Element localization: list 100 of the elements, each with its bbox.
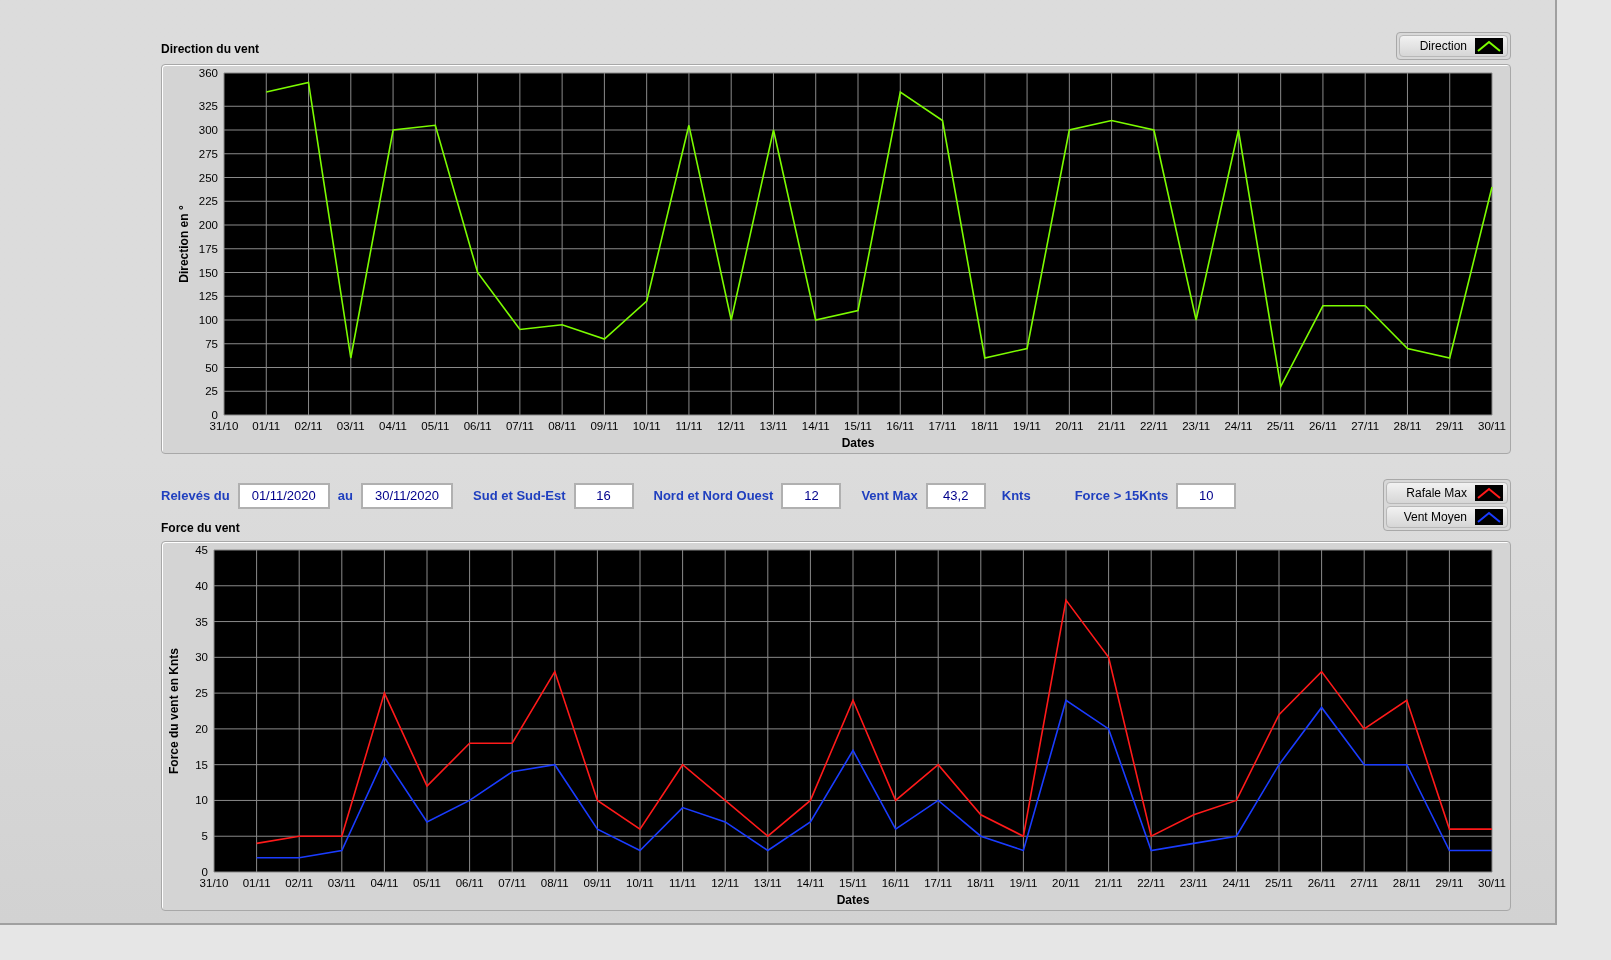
axis-title: Direction en ° — [177, 205, 191, 283]
tick-label: 0 — [201, 866, 208, 878]
tick-label: 13/11 — [759, 420, 788, 432]
tick-label: 225 — [198, 195, 218, 208]
tick-label: 03/11 — [327, 877, 356, 889]
line-swatch-icon — [1475, 485, 1503, 501]
tick-label: 15 — [195, 758, 208, 771]
field-label: Sud et Sud-Est — [473, 487, 566, 505]
value-field[interactable]: 43,2 — [925, 483, 986, 509]
tick-label: 10 — [195, 794, 208, 807]
tick-label: 04/11 — [379, 420, 408, 432]
tick-label: 06/11 — [455, 877, 484, 889]
tick-label: 15/11 — [844, 420, 872, 432]
tick-label: 14/11 — [801, 420, 830, 432]
tick-label: 22/11 — [1139, 420, 1168, 432]
legend-item[interactable]: Vent Moyen — [1386, 506, 1508, 528]
tick-label: 25/11 — [1266, 420, 1295, 432]
tick-label: 11/11 — [669, 877, 697, 889]
tick-label: 31/10 — [209, 420, 239, 432]
tick-label: 300 — [198, 124, 218, 136]
tick-label: 25 — [205, 385, 218, 398]
legend-item[interactable]: Rafale Max — [1386, 482, 1508, 504]
legend-item[interactable]: Direction — [1399, 35, 1508, 57]
tick-label: 360 — [198, 67, 218, 79]
tick-label: 25 — [195, 687, 208, 700]
tick-label: 20/11 — [1052, 877, 1080, 889]
axis-title: Dates — [836, 893, 870, 907]
tick-label: 24/11 — [1222, 877, 1251, 889]
tick-label: 04/11 — [370, 877, 399, 889]
tick-label: 05/11 — [421, 420, 450, 432]
chart-title: Direction du vent — [161, 41, 259, 58]
tick-label: 16/11 — [881, 877, 910, 889]
tick-label: 27/11 — [1350, 877, 1379, 889]
tick-label: 08/11 — [540, 877, 569, 889]
tick-label: 14/11 — [796, 877, 825, 889]
tick-label: 20 — [195, 722, 208, 735]
line-swatch-icon — [1475, 509, 1503, 525]
tick-label: 06/11 — [463, 420, 492, 432]
tick-label: 5 — [201, 830, 208, 843]
tick-label: 16/11 — [886, 420, 915, 432]
tick-label: 07/11 — [505, 420, 534, 432]
unit-label: Knts — [1001, 487, 1031, 505]
tick-label: 26/11 — [1308, 420, 1337, 432]
tick-label: 21/11 — [1094, 877, 1123, 889]
tick-label: 75 — [205, 337, 218, 350]
tick-label: 150 — [198, 266, 218, 279]
tick-label: 23/11 — [1182, 420, 1211, 432]
tick-label: 10/11 — [626, 877, 654, 889]
tick-label: 15/11 — [839, 877, 867, 889]
line-swatch-icon — [1475, 38, 1503, 54]
axis-title: Dates — [841, 436, 875, 450]
tick-label: 30/11 — [1478, 877, 1506, 889]
value-field[interactable]: 12 — [781, 483, 842, 509]
tick-label: 19/11 — [1009, 877, 1038, 889]
tick-label: 12/11 — [717, 420, 746, 432]
axis-title: Force du vent en Knts — [167, 648, 181, 774]
tick-label: 27/11 — [1351, 420, 1380, 432]
tick-label: 17/11 — [924, 877, 953, 889]
tick-label: 125 — [198, 290, 218, 303]
tick-label: 10/11 — [632, 420, 661, 432]
field-label: Nord et Nord Ouest — [653, 487, 774, 505]
tick-label: 25/11 — [1265, 877, 1293, 889]
tick-label: 28/11 — [1392, 877, 1421, 889]
tick-label: 29/11 — [1435, 877, 1464, 889]
tick-label: 45 — [195, 544, 208, 556]
tick-label: 30/11 — [1478, 420, 1506, 432]
tick-label: 28/11 — [1393, 420, 1422, 432]
value-field[interactable]: 16 — [573, 483, 634, 509]
tick-label: 29/11 — [1435, 420, 1464, 432]
tick-label: 100 — [198, 314, 218, 326]
tick-label: 22/11 — [1137, 877, 1166, 889]
field-label: Force > 15Knts — [1074, 487, 1169, 505]
tick-label: 01/11 — [252, 420, 281, 432]
tick-label: 30 — [195, 651, 208, 664]
tick-label: 325 — [198, 100, 218, 113]
tick-label: 31/10 — [199, 877, 229, 889]
tick-label: 175 — [198, 242, 218, 255]
tick-label: 35 — [195, 615, 208, 628]
field-label: Vent Max — [861, 487, 918, 505]
tick-label: 275 — [198, 147, 218, 160]
tick-label: 09/11 — [583, 877, 612, 889]
tick-label: 26/11 — [1307, 877, 1336, 889]
tick-label: 02/11 — [285, 877, 314, 889]
tick-label: 18/11 — [966, 877, 995, 889]
value-field[interactable]: 10 — [1176, 483, 1237, 509]
value-field[interactable]: 30/11/2020 — [360, 483, 454, 509]
tick-label: 02/11 — [294, 420, 323, 432]
chart-title: Force du vent — [161, 520, 240, 537]
tick-label: 13/11 — [753, 877, 782, 889]
tick-label: 19/11 — [1013, 420, 1042, 432]
tick-label: 09/11 — [590, 420, 619, 432]
tick-label: 05/11 — [413, 877, 441, 889]
tick-label: 50 — [205, 361, 218, 374]
value-field[interactable]: 01/11/2020 — [237, 483, 330, 509]
field-label: Relevés du — [161, 487, 230, 505]
tick-label: 11/11 — [675, 420, 703, 432]
tick-label: 40 — [195, 579, 208, 592]
tick-label: 23/11 — [1179, 877, 1208, 889]
tick-label: 250 — [198, 171, 218, 184]
tick-label: 18/11 — [970, 420, 999, 432]
